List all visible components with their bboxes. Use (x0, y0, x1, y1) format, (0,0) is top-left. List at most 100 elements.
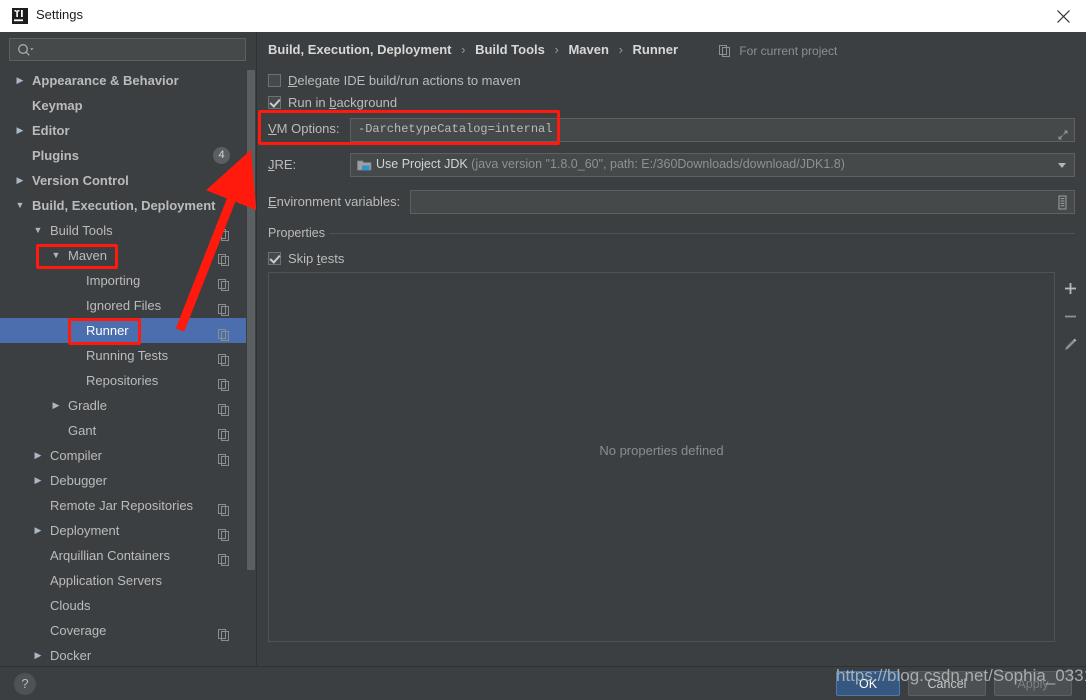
properties-table[interactable]: No properties defined (268, 272, 1055, 642)
properties-section-title: Properties (268, 226, 325, 240)
sidebar-item-keymap[interactable]: Keymap (0, 93, 252, 118)
sidebar-item-clouds[interactable]: Clouds (0, 593, 252, 618)
breadcrumb-separator: › (549, 42, 565, 57)
sidebar-item-running-tests[interactable]: Running Tests (0, 343, 252, 368)
sidebar-item-label: Plugins (32, 143, 79, 168)
close-icon[interactable] (1040, 0, 1086, 32)
env-vars-mnemonic: E (268, 194, 277, 209)
sidebar-item-label: Editor (32, 118, 70, 143)
intellij-idea-icon (12, 8, 28, 24)
chevron-down-icon[interactable] (1058, 163, 1066, 168)
delegate-label: elegate IDE build/run actions to maven (297, 73, 520, 88)
section-divider (329, 233, 1075, 234)
sidebar-item-label: Ignored Files (86, 293, 161, 318)
sidebar-item-repositories[interactable]: Repositories (0, 368, 252, 393)
sidebar-item-label: Debugger (50, 468, 107, 493)
breadcrumb-separator: › (455, 42, 471, 57)
breadcrumb-item-0[interactable]: Build, Execution, Deployment (268, 42, 451, 57)
checkbox-box (268, 96, 281, 109)
scope-indicator: For current project (719, 44, 837, 60)
sidebar-scrollbar-thumb[interactable] (247, 70, 255, 570)
sidebar-item-version-control[interactable]: ▶Version Control (0, 168, 252, 193)
chevron-down-icon[interactable]: ▼ (32, 218, 44, 243)
jre-value-detail: (java version "1.8.0_60", path: E:/360Do… (468, 157, 845, 171)
sidebar-item-gant[interactable]: Gant (0, 418, 252, 443)
env-vars-label-rest: nvironment variables: (277, 194, 401, 209)
chevron-right-icon[interactable]: ▶ (50, 393, 62, 418)
delegate-ide-build-checkbox[interactable]: Delegate IDE build/run actions to maven (268, 73, 521, 88)
sidebar-item-plugins[interactable]: Plugins 4 (0, 143, 252, 168)
run-in-background-checkbox[interactable]: Run in background (268, 95, 397, 110)
breadcrumb-separator: › (613, 42, 629, 57)
sidebar-item-editor[interactable]: ▶Editor (0, 118, 252, 143)
list-icon[interactable] (1056, 195, 1069, 215)
maven-highlight (36, 244, 118, 269)
breadcrumb-item-2[interactable]: Maven (568, 42, 608, 57)
skip-tests-checkbox[interactable]: Skip tests (268, 251, 344, 266)
settings-tree[interactable]: ▶Appearance & BehaviorKeymap▶EditorPlugi… (0, 68, 252, 666)
runner-highlight (68, 318, 141, 345)
sidebar-item-debugger[interactable]: ▶Debugger (0, 468, 252, 493)
sidebar-item-label: Compiler (50, 443, 102, 468)
vm-options-highlight (258, 110, 560, 145)
sidebar-item-label: Gradle (68, 393, 107, 418)
settings-sidebar: ▶Appearance & BehaviorKeymap▶EditorPlugi… (0, 32, 256, 666)
sidebar-item-coverage[interactable]: Coverage (0, 618, 252, 643)
sidebar-item-label: Clouds (50, 593, 90, 618)
sidebar-item-build-execution-deployment[interactable]: ▼Build, Execution, Deployment (0, 193, 252, 218)
properties-toolbar (1056, 272, 1085, 642)
sidebar-item-docker[interactable]: ▶Docker (0, 643, 252, 666)
plugins-update-badge: 4 (213, 147, 230, 164)
scope-label: For current project (739, 44, 837, 58)
chevron-right-icon[interactable]: ▶ (14, 118, 26, 143)
sidebar-item-remote-jar-repositories[interactable]: Remote Jar Repositories (0, 493, 252, 518)
jdk-folder-icon (357, 158, 372, 178)
env-vars-input[interactable] (410, 190, 1075, 214)
search-input[interactable] (9, 38, 246, 61)
skip-tests-label-pre: Skip (288, 251, 317, 266)
chevron-down-icon[interactable]: ▼ (14, 193, 26, 218)
sidebar-item-label: Version Control (32, 168, 129, 193)
sidebar-item-importing[interactable]: Importing (0, 268, 252, 293)
breadcrumb-item-1[interactable]: Build Tools (475, 42, 545, 57)
sidebar-item-label: Remote Jar Repositories (50, 493, 193, 518)
sidebar-item-application-servers[interactable]: Application Servers (0, 568, 252, 593)
jre-select[interactable]: Use Project JDK (java version "1.8.0_60"… (350, 153, 1075, 177)
checkbox-box (268, 252, 281, 265)
chevron-right-icon[interactable]: ▶ (32, 468, 44, 493)
sidebar-item-label: Arquillian Containers (50, 543, 170, 568)
env-vars-label: Environment variables: (268, 194, 400, 209)
skip-tests-label-post: ests (321, 251, 345, 266)
title-bar: Settings (0, 0, 1086, 32)
properties-empty-text: No properties defined (269, 443, 1054, 458)
help-button[interactable]: ? (14, 673, 36, 695)
sidebar-item-label: Running Tests (86, 343, 168, 368)
sidebar-item-label: Keymap (32, 93, 83, 118)
search-icon (17, 43, 35, 62)
watermark: https://blog.csdn.net/Sophia_0331 (836, 666, 1086, 686)
sidebar-item-label: Repositories (86, 368, 158, 393)
sidebar-item-compiler[interactable]: ▶Compiler (0, 443, 252, 468)
edit-property-button[interactable] (1056, 330, 1085, 359)
sidebar-item-appearance-behavior[interactable]: ▶Appearance & Behavior (0, 68, 252, 93)
jre-label-rest: RE: (275, 157, 297, 172)
sidebar-item-deployment[interactable]: ▶Deployment (0, 518, 252, 543)
delegate-mnemonic: D (288, 73, 297, 88)
checkbox-box (268, 74, 281, 87)
chevron-right-icon[interactable]: ▶ (32, 643, 44, 666)
sidebar-item-gradle[interactable]: ▶Gradle (0, 393, 252, 418)
chevron-right-icon[interactable]: ▶ (32, 518, 44, 543)
sidebar-item-label: Build Tools (50, 218, 113, 243)
chevron-right-icon[interactable]: ▶ (14, 68, 26, 93)
sidebar-item-arquillian-containers[interactable]: Arquillian Containers (0, 543, 252, 568)
remove-property-button[interactable] (1056, 302, 1085, 331)
sidebar-item-build-tools[interactable]: ▼Build Tools (0, 218, 252, 243)
add-property-button[interactable] (1056, 274, 1085, 303)
expand-icon[interactable] (1058, 127, 1068, 145)
chevron-right-icon[interactable]: ▶ (32, 443, 44, 468)
breadcrumb-item-3[interactable]: Runner (633, 42, 679, 57)
sidebar-item-label: Gant (68, 418, 96, 443)
chevron-right-icon[interactable]: ▶ (14, 168, 26, 193)
sidebar-item-label: Application Servers (50, 568, 162, 593)
sidebar-item-ignored-files[interactable]: Ignored Files (0, 293, 252, 318)
